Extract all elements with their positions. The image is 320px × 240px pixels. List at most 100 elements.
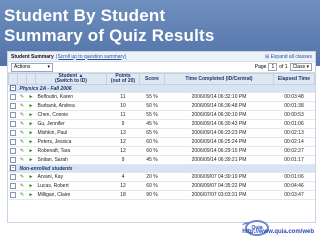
edit-cell[interactable]: ✎ bbox=[17, 137, 27, 147]
edit-cell[interactable]: ✎ bbox=[17, 128, 27, 138]
student-name[interactable]: Burbank, Andrea bbox=[35, 101, 107, 111]
edit-cell[interactable]: ✎ bbox=[17, 190, 27, 200]
play-arrow-icon[interactable]: ► bbox=[29, 103, 34, 109]
class-dropdown[interactable]: Class ▾ bbox=[289, 63, 312, 71]
play-arrow-icon[interactable]: ► bbox=[29, 94, 34, 100]
student-name[interactable]: Snitan, Sarah bbox=[35, 155, 107, 165]
view-cell[interactable]: ► bbox=[26, 110, 36, 120]
table-row: ✎ ► Robenaft, Tara 12 60 % 2006/09/14 06:29:1… bbox=[8, 146, 315, 156]
row-checkbox[interactable] bbox=[10, 93, 16, 100]
student-name[interactable]: Lucas, Robert bbox=[35, 181, 107, 191]
row-checkbox[interactable] bbox=[10, 129, 16, 136]
student-name[interactable]: Gu, Jennifer bbox=[35, 119, 107, 129]
view-cell[interactable]: ► bbox=[26, 101, 36, 111]
student-name[interactable]: Peters, Jessica bbox=[35, 137, 107, 147]
view-cell[interactable]: ► bbox=[26, 172, 36, 182]
points-column-header[interactable]: Points (out of 20) bbox=[106, 73, 140, 85]
elapsed-column-header[interactable]: Elapsed Time bbox=[273, 73, 315, 85]
play-arrow-icon[interactable]: ► bbox=[29, 148, 34, 154]
group-row[interactable]: − Physics 2A - Fall 2006 bbox=[8, 84, 315, 93]
edit-cell[interactable]: ✎ bbox=[17, 172, 27, 182]
row-checkbox[interactable] bbox=[10, 102, 16, 109]
view-cell[interactable]: ► bbox=[26, 137, 36, 147]
row-select-cell[interactable] bbox=[8, 181, 18, 191]
student-column-header[interactable]: Student ▲ (Switch to ID) bbox=[35, 73, 107, 85]
play-arrow-icon[interactable]: ► bbox=[29, 112, 34, 118]
student-name[interactable]: Belfoutin, Karen bbox=[35, 92, 107, 102]
table-row: ✎ ► Burbank, Andrea 10 50 % 2006/09/14 06:36:… bbox=[8, 101, 315, 111]
row-select-cell[interactable] bbox=[8, 146, 18, 156]
view-cell[interactable]: ► bbox=[26, 146, 36, 156]
play-arrow-icon[interactable]: ► bbox=[29, 139, 34, 145]
collapse-cell[interactable]: − bbox=[8, 84, 18, 93]
row-select-cell[interactable] bbox=[8, 110, 18, 120]
collapse-cell[interactable]: − bbox=[8, 164, 18, 173]
student-name[interactable]: Mishkin, Paul bbox=[35, 128, 107, 138]
row-checkbox[interactable] bbox=[10, 120, 16, 127]
row-checkbox[interactable] bbox=[10, 173, 16, 180]
play-arrow-icon[interactable]: ► bbox=[29, 130, 34, 136]
student-name[interactable]: Chen, Connie bbox=[35, 110, 107, 120]
row-select-cell[interactable] bbox=[8, 92, 18, 102]
table-row: ✎ ► Peters, Jessica 12 60 % 2006/09/14 06:25:… bbox=[8, 137, 315, 147]
play-arrow-icon[interactable]: ► bbox=[29, 174, 34, 180]
group-row[interactable]: − Non-enrolled students bbox=[8, 164, 315, 173]
edit-cell[interactable]: ✎ bbox=[17, 101, 27, 111]
score-value: 55 % bbox=[139, 92, 165, 102]
collapse-icon[interactable]: − bbox=[10, 165, 16, 172]
edit-cell[interactable]: ✎ bbox=[17, 181, 27, 191]
chevron-down-icon: ▾ bbox=[47, 64, 50, 70]
page-input[interactable]: 1 bbox=[268, 63, 278, 71]
pencil-icon[interactable]: ✎ bbox=[20, 157, 24, 163]
pencil-icon[interactable]: ✎ bbox=[20, 192, 24, 198]
footer-url[interactable]: http://www.quia.com/web bbox=[242, 229, 314, 235]
student-name[interactable]: Robenaft, Tara bbox=[35, 146, 107, 156]
row-checkbox[interactable] bbox=[10, 138, 16, 145]
pencil-icon[interactable]: ✎ bbox=[20, 103, 24, 109]
scroll-to-question-summary-link[interactable]: (Scroll up to question summary) bbox=[56, 54, 127, 60]
play-arrow-icon[interactable]: ► bbox=[29, 157, 34, 163]
pencil-icon[interactable]: ✎ bbox=[20, 183, 24, 189]
row-checkbox[interactable] bbox=[10, 111, 16, 118]
row-select-cell[interactable] bbox=[8, 190, 18, 200]
pencil-icon[interactable]: ✎ bbox=[20, 130, 24, 136]
points-value: 11 bbox=[106, 92, 140, 102]
edit-cell[interactable]: ✎ bbox=[17, 146, 27, 156]
row-checkbox[interactable] bbox=[10, 147, 16, 154]
row-select-cell[interactable] bbox=[8, 155, 18, 165]
view-cell[interactable]: ► bbox=[26, 155, 36, 165]
row-select-cell[interactable] bbox=[8, 137, 18, 147]
row-select-cell[interactable] bbox=[8, 172, 18, 182]
edit-cell[interactable]: ✎ bbox=[17, 92, 27, 102]
pencil-icon[interactable]: ✎ bbox=[20, 139, 24, 145]
actions-dropdown[interactable]: Actions ▾ bbox=[11, 62, 53, 72]
row-select-cell[interactable] bbox=[8, 119, 18, 129]
student-name[interactable]: Milligan, Claire bbox=[35, 190, 107, 200]
row-checkbox[interactable] bbox=[10, 182, 16, 189]
play-arrow-icon[interactable]: ► bbox=[29, 121, 34, 127]
edit-cell[interactable]: ✎ bbox=[17, 155, 27, 165]
pencil-icon[interactable]: ✎ bbox=[20, 121, 24, 127]
collapse-icon[interactable]: − bbox=[10, 85, 16, 92]
view-cell[interactable]: ► bbox=[26, 92, 36, 102]
view-cell[interactable]: ► bbox=[26, 128, 36, 138]
view-cell[interactable]: ► bbox=[26, 119, 36, 129]
row-checkbox[interactable] bbox=[10, 191, 16, 198]
view-cell[interactable]: ► bbox=[26, 181, 36, 191]
edit-cell[interactable]: ✎ bbox=[17, 119, 27, 129]
expand-all-classes-link[interactable]: ⊞ Expand all classes bbox=[265, 54, 312, 60]
row-checkbox[interactable] bbox=[10, 156, 16, 163]
row-select-cell[interactable] bbox=[8, 128, 18, 138]
pencil-icon[interactable]: ✎ bbox=[20, 94, 24, 100]
time-completed-column-header[interactable]: Time Completed (ID/Central) bbox=[164, 73, 274, 85]
student-name[interactable]: Arvani, Kay bbox=[35, 172, 107, 182]
pencil-icon[interactable]: ✎ bbox=[20, 174, 24, 180]
row-select-cell[interactable] bbox=[8, 101, 18, 111]
edit-cell[interactable]: ✎ bbox=[17, 110, 27, 120]
view-cell[interactable]: ► bbox=[26, 190, 36, 200]
score-column-header[interactable]: Score bbox=[139, 73, 165, 85]
play-arrow-icon[interactable]: ► bbox=[29, 183, 34, 189]
pencil-icon[interactable]: ✎ bbox=[20, 112, 24, 118]
pencil-icon[interactable]: ✎ bbox=[20, 148, 24, 154]
play-arrow-icon[interactable]: ► bbox=[29, 192, 34, 198]
